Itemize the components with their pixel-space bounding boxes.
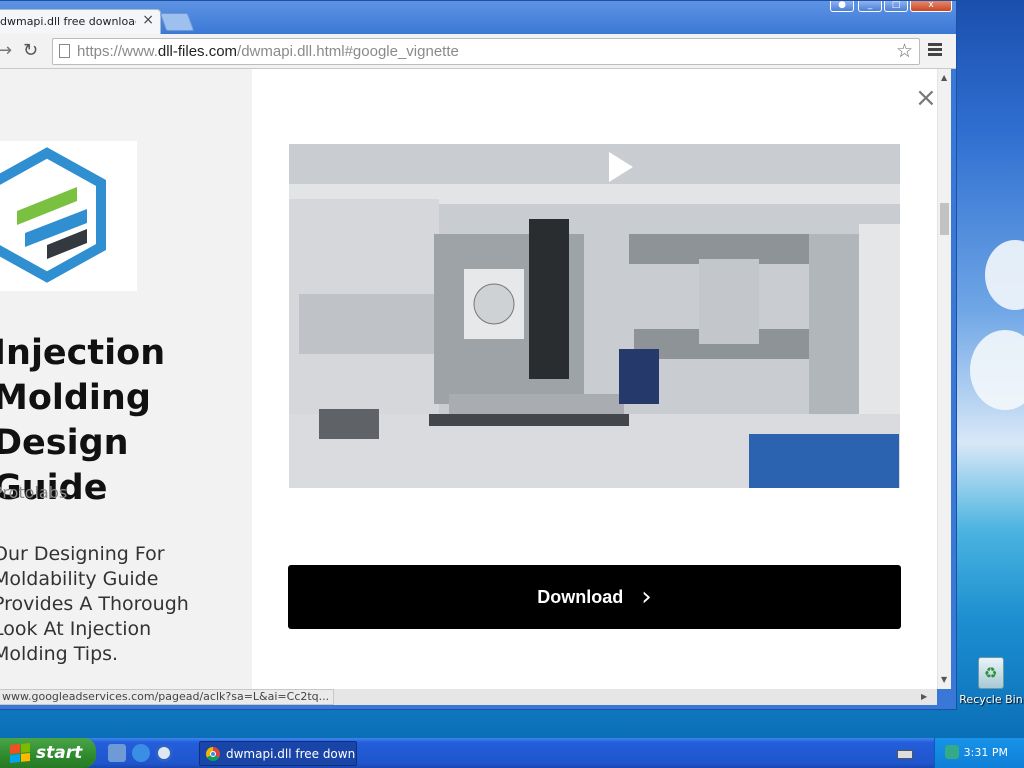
chevron-right-icon: › [641, 582, 652, 612]
ad-advertiser: Protolabs [0, 483, 68, 502]
vertical-scroll-thumb[interactable] [940, 203, 949, 235]
cloud [985, 240, 1024, 310]
start-label: start [36, 743, 83, 763]
new-tab-button[interactable] [159, 13, 195, 31]
browser-toolbar: → ↻ https://www.dll-files.com/dwmapi.dll… [0, 34, 956, 69]
tab-close-icon[interactable]: × [142, 12, 154, 28]
keyboard-icon[interactable] [897, 750, 913, 759]
download-button[interactable]: Download › [288, 565, 901, 629]
tab-strip: dwmapi.dll free download | DLL-files.com… [0, 1, 956, 35]
close-ad-icon[interactable]: × [915, 85, 937, 111]
scroll-right-icon[interactable]: ▶ [921, 692, 927, 701]
forward-arrow-icon[interactable]: → [0, 40, 12, 61]
page-viewport: Injection Molding Design Guide Protolabs… [0, 69, 937, 689]
reload-icon[interactable]: ↻ [23, 40, 38, 61]
play-icon[interactable] [609, 152, 633, 182]
vertical-scrollbar[interactable]: ▲ ▼ [937, 69, 951, 689]
tab-active[interactable]: dwmapi.dll free download | DLL-files.com… [0, 9, 161, 35]
start-button[interactable]: start [0, 738, 96, 768]
quicklaunch-ie-icon[interactable] [132, 744, 150, 762]
close-window-button[interactable]: x [910, 1, 952, 12]
download-label: Download [537, 586, 624, 607]
cloud [970, 330, 1024, 410]
address-bar[interactable]: https://www.dll-files.com/dwmapi.dll.htm… [52, 38, 920, 65]
windows-flag-icon [10, 742, 30, 764]
maximize-button[interactable]: □ [884, 1, 908, 12]
injection-molding-machine-image [289, 144, 900, 488]
ad-media-panel: × Download › [252, 69, 937, 689]
taskbar: start dwmapi.dll free downl... 3:31 PM [0, 738, 1024, 768]
system-tray: 3:31 PM [934, 738, 1024, 768]
menu-icon[interactable] [928, 43, 942, 57]
ad-video[interactable] [289, 144, 900, 488]
scroll-up-icon[interactable]: ▲ [941, 73, 947, 82]
profile-icon[interactable]: ● [830, 1, 854, 12]
ad-description: Our Designing For Moldability Guide Prov… [0, 543, 189, 665]
quicklaunch-media-icon[interactable] [155, 744, 173, 762]
recycle-bin-label: Recycle Bin [959, 693, 1023, 706]
bookmark-star-icon[interactable]: ☆ [896, 40, 913, 62]
clock[interactable]: 3:31 PM [964, 746, 1008, 759]
taskbar-button-chrome[interactable]: dwmapi.dll free downl... [199, 741, 357, 766]
url-text[interactable]: https://www.dll-files.com/dwmapi.dll.htm… [77, 43, 459, 60]
ad-info-panel[interactable]: Injection Molding Design Guide Protolabs… [0, 69, 248, 689]
hexagon-logo-icon [0, 147, 106, 283]
page-icon [59, 44, 70, 58]
quicklaunch-desktop-icon[interactable] [108, 744, 126, 762]
recycle-bin-icon [978, 657, 1004, 689]
status-bubble-url: www.googleadservices.com/pagead/aclk?sa=… [0, 689, 335, 705]
taskbar-button-label: dwmapi.dll free downl... [226, 746, 357, 761]
tab-title: dwmapi.dll free download | DLL-files.com [0, 15, 136, 28]
network-icon[interactable] [945, 745, 959, 759]
scroll-down-icon[interactable]: ▼ [941, 675, 947, 684]
browser-window: dwmapi.dll free download | DLL-files.com… [0, 0, 957, 710]
chrome-icon [206, 746, 220, 761]
recycle-bin-shortcut[interactable]: Recycle Bin [958, 657, 1024, 706]
minimize-button[interactable]: _ [858, 1, 882, 12]
advertiser-logo[interactable] [0, 141, 137, 291]
